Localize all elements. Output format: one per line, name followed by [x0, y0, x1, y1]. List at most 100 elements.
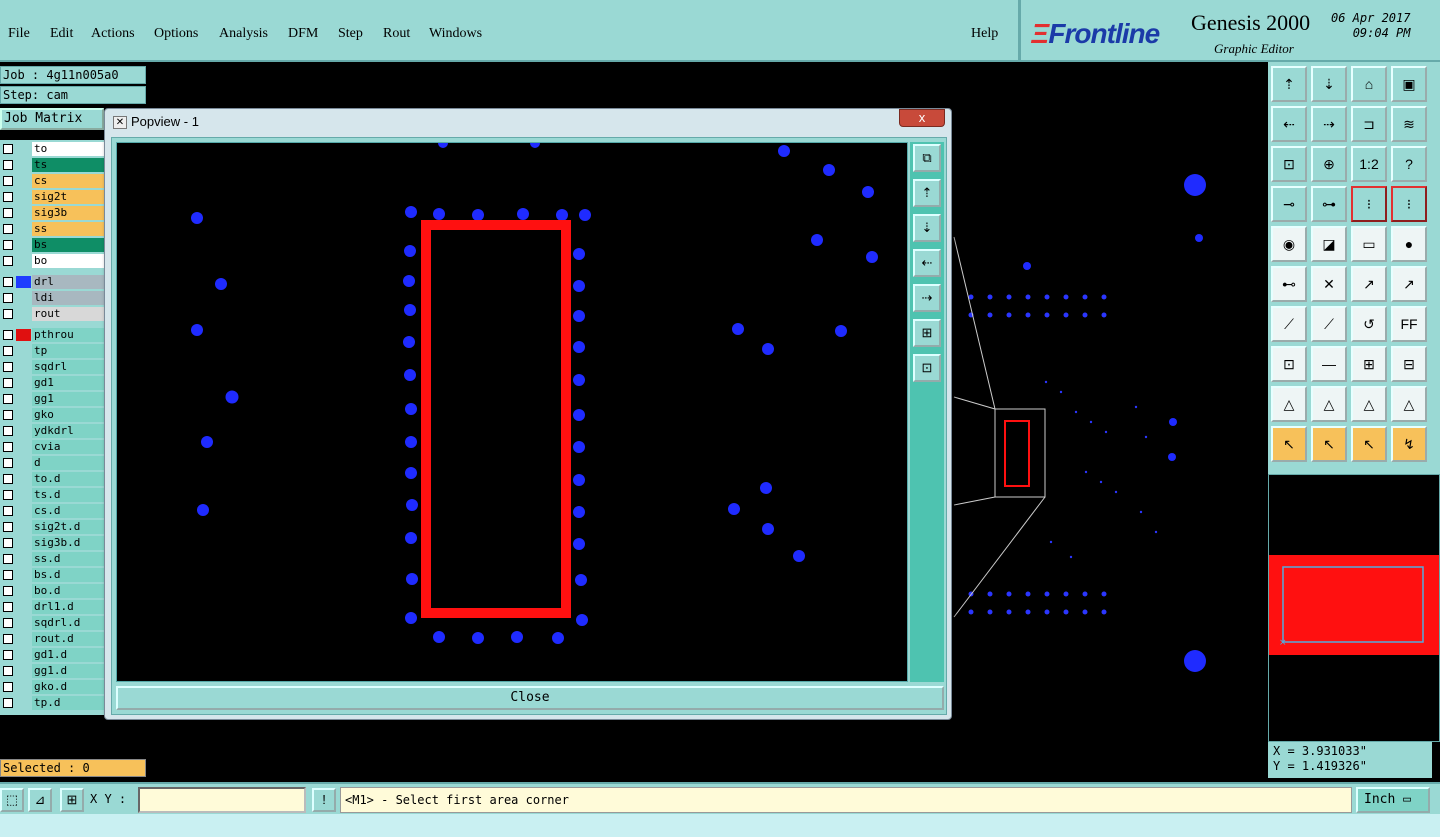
layer-checkbox[interactable] — [3, 330, 13, 340]
grid-icon[interactable]: ⊞ — [60, 788, 84, 812]
layer-row-sig3b[interactable]: sig3b — [0, 206, 104, 220]
layers-icon[interactable]: ≋ — [1391, 106, 1427, 142]
zoom-out-icon[interactable]: ⊡ — [913, 354, 941, 382]
layer-checkbox[interactable] — [3, 538, 13, 548]
layer-row-sqdrl[interactable]: sqdrl — [0, 360, 104, 374]
layer-checkbox[interactable] — [3, 474, 13, 484]
flip-icon[interactable]: ⊐ — [1351, 106, 1387, 142]
rotate-icon[interactable]: ↺ — [1351, 306, 1387, 342]
layer-checkbox[interactable] — [3, 176, 13, 186]
pad-select-icon[interactable]: ⊡ — [1271, 346, 1307, 382]
layer-checkbox[interactable] — [3, 362, 13, 372]
layer-checkbox[interactable] — [3, 506, 13, 516]
menu-analysis[interactable]: Analysis — [219, 26, 268, 42]
layer-checkbox[interactable] — [3, 602, 13, 612]
layer-checkbox[interactable] — [3, 634, 13, 644]
layer-checkbox[interactable] — [3, 586, 13, 596]
layer-row-gg1[interactable]: gg1 — [0, 392, 104, 406]
menu-edit[interactable]: Edit — [50, 26, 73, 42]
arc-icon[interactable]: △ — [1271, 386, 1307, 422]
layer-row-drl[interactable]: drl — [0, 275, 104, 289]
measure-icon[interactable]: ⊿ — [28, 788, 52, 812]
layer-checkbox[interactable] — [3, 426, 13, 436]
popview-close-button[interactable]: Close — [116, 686, 944, 710]
layer-checkbox[interactable] — [3, 570, 13, 580]
layer-row-cs[interactable]: cs — [0, 174, 104, 188]
net-icon[interactable]: ⁝ — [1351, 186, 1387, 222]
menu-options[interactable]: Options — [154, 26, 198, 42]
close-icon[interactable]: x — [899, 109, 945, 127]
xy-input[interactable] — [138, 787, 306, 813]
alert-icon[interactable]: ! — [312, 788, 336, 812]
job-matrix-button[interactable]: Job Matrix — [0, 108, 104, 130]
menu-actions[interactable]: Actions — [91, 26, 135, 42]
layer-checkbox[interactable] — [3, 208, 13, 218]
home-up-icon[interactable]: ⇡ — [1271, 66, 1307, 102]
layer-checkbox[interactable] — [3, 240, 13, 250]
layer-row-sqdrl-d[interactable]: sqdrl.d — [0, 616, 104, 630]
layer-row-sig2t-d[interactable]: sig2t.d — [0, 520, 104, 534]
popview-canvas[interactable] — [116, 138, 908, 682]
layer-row-gko[interactable]: gko — [0, 408, 104, 422]
layer-checkbox[interactable] — [3, 378, 13, 388]
pointer-icon[interactable]: ↖ — [1271, 426, 1307, 462]
layer-row-bo-d[interactable]: bo.d — [0, 584, 104, 598]
zoom-ratio-icon[interactable]: 1:2 — [1351, 146, 1387, 182]
layer-row-cs-d[interactable]: cs.d — [0, 504, 104, 518]
layer-row-to[interactable]: to — [0, 142, 104, 156]
layer-row-ldi[interactable]: ldi — [0, 291, 104, 305]
pointer-edit-icon[interactable]: ↖ — [1351, 426, 1387, 462]
menu-help[interactable]: Help — [971, 26, 998, 42]
home-down-icon[interactable]: ⇣ — [1311, 66, 1347, 102]
layer-row-sig3b-d[interactable]: sig3b.d — [0, 536, 104, 550]
layer-checkbox[interactable] — [3, 224, 13, 234]
text-icon[interactable]: FF — [1391, 306, 1427, 342]
layer-row-ss-d[interactable]: ss.d — [0, 552, 104, 566]
pan-right-icon[interactable]: ⇢ — [1311, 106, 1347, 142]
layer-row-ts-d[interactable]: ts.d — [0, 488, 104, 502]
pan-up-icon[interactable]: ⇡ — [913, 179, 941, 207]
snap-icon[interactable]: ⊞ — [1351, 346, 1387, 382]
layer-row-ts[interactable]: ts — [0, 158, 104, 172]
layer-checkbox[interactable] — [3, 394, 13, 404]
pointer-alt-icon[interactable]: ↖ — [1311, 426, 1347, 462]
layer-checkbox[interactable] — [3, 682, 13, 692]
shape-icon[interactable]: ⊟ — [1391, 346, 1427, 382]
layer-row-d[interactable]: d — [0, 456, 104, 470]
layer-checkbox[interactable] — [3, 698, 13, 708]
layer-row-rout-d[interactable]: rout.d — [0, 632, 104, 646]
menu-rout[interactable]: Rout — [383, 26, 410, 42]
layer-checkbox[interactable] — [3, 666, 13, 676]
layer-checkbox[interactable] — [3, 309, 13, 319]
layer-checkbox[interactable] — [3, 192, 13, 202]
layer-row-cvia[interactable]: cvia — [0, 440, 104, 454]
layer-checkbox[interactable] — [3, 650, 13, 660]
pan-left-icon[interactable]: ⇠ — [1271, 106, 1307, 142]
layer-row-gg1-d[interactable]: gg1.d — [0, 664, 104, 678]
layer-row-gd1[interactable]: gd1 — [0, 376, 104, 390]
arrow-icon[interactable]: ↗ — [1351, 266, 1387, 302]
add-rect-icon[interactable]: ◪ — [1311, 226, 1347, 262]
layer-row-pthrou[interactable]: pthrou — [0, 328, 104, 342]
layer-checkbox[interactable] — [3, 554, 13, 564]
home-icon[interactable]: ⌂ — [1351, 66, 1387, 102]
layer-checkbox[interactable] — [3, 410, 13, 420]
layer-checkbox[interactable] — [3, 144, 13, 154]
help-icon[interactable]: ? — [1391, 146, 1427, 182]
layer-row-ydkdrl[interactable]: ydkdrl — [0, 424, 104, 438]
line-icon[interactable]: ⟋ — [1271, 306, 1307, 342]
layer-row-drl1-d[interactable]: drl1.d — [0, 600, 104, 614]
pan-left-icon[interactable]: ⇠ — [913, 249, 941, 277]
probe-icon[interactable]: ⊶ — [1311, 186, 1347, 222]
zoom-fit-icon[interactable]: ⧉ — [913, 144, 941, 172]
layer-checkbox[interactable] — [3, 277, 13, 287]
ruler-icon[interactable]: ▭ — [1351, 226, 1387, 262]
zoom-fit-icon[interactable]: ⊡ — [1271, 146, 1307, 182]
layer-row-ss[interactable]: ss — [0, 222, 104, 236]
zoom-center-icon[interactable]: ⊕ — [1311, 146, 1347, 182]
arc-alt-icon[interactable]: △ — [1311, 386, 1347, 422]
connect-icon[interactable]: ⊷ — [1271, 266, 1307, 302]
layer-checkbox[interactable] — [3, 293, 13, 303]
window-icon[interactable]: ▣ — [1391, 66, 1427, 102]
pan-down-icon[interactable]: ⇣ — [913, 214, 941, 242]
